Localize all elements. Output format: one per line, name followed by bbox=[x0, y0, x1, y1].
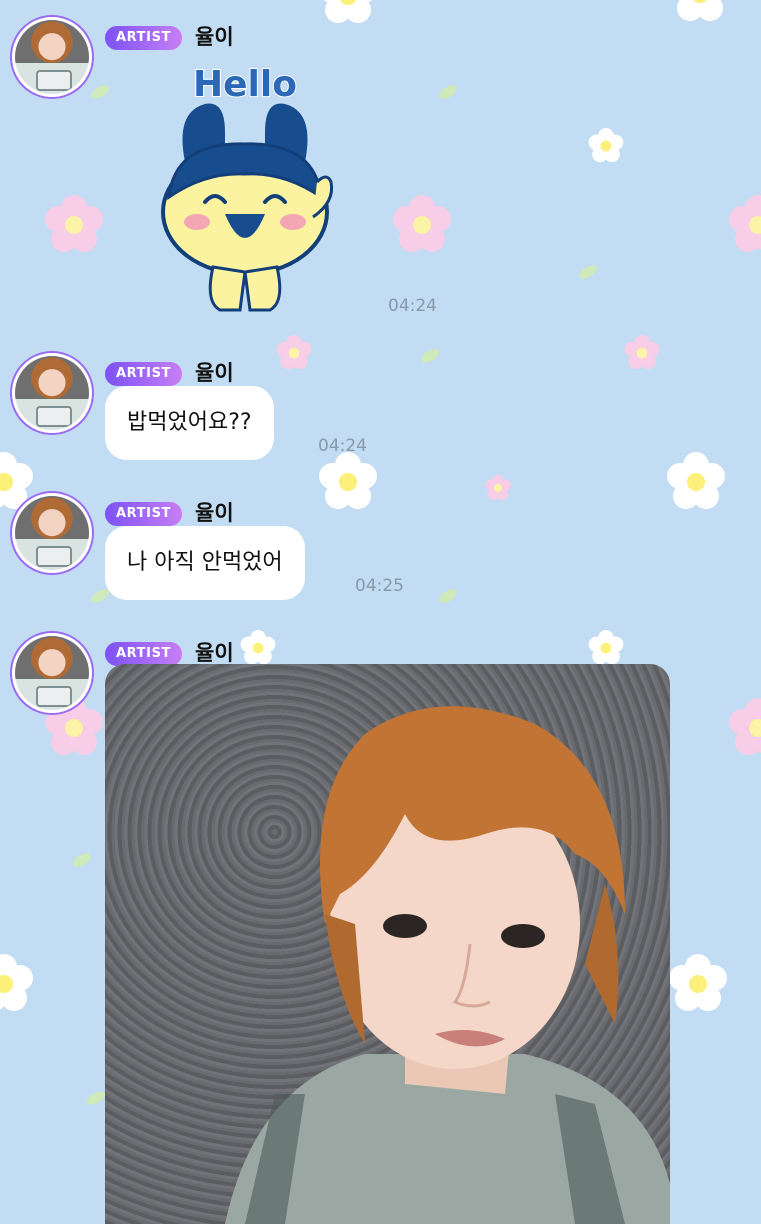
message-time: 04:24 bbox=[318, 436, 367, 456]
artist-badge: ARTIST bbox=[105, 362, 183, 386]
photo-content bbox=[225, 706, 670, 1224]
message-time: 04:25 bbox=[355, 576, 404, 596]
avatar[interactable] bbox=[10, 631, 94, 715]
avatar[interactable] bbox=[10, 15, 94, 99]
artist-badge: ARTIST bbox=[105, 642, 183, 666]
message-photo: ARTIST 율이 bbox=[10, 628, 750, 1224]
sticker-text: Hello bbox=[193, 64, 297, 105]
avatar[interactable] bbox=[10, 351, 94, 435]
selfie-photo[interactable] bbox=[105, 664, 670, 1224]
artist-badge: ARTIST bbox=[105, 26, 183, 50]
avatar[interactable] bbox=[10, 491, 94, 575]
hello-sticker[interactable]: Hello bbox=[145, 62, 345, 312]
sender-name: 율이 bbox=[195, 501, 234, 525]
message-text: ARTIST 율이 밥먹었어요?? 04:24 bbox=[10, 348, 750, 468]
message-sticker: ARTIST 율이 Hello 04:24 bbox=[10, 12, 750, 316]
message-bubble[interactable]: 밥먹었어요?? bbox=[105, 386, 274, 460]
sender-name: 율이 bbox=[195, 641, 234, 665]
message-time: 04:24 bbox=[388, 296, 437, 316]
message-bubble[interactable]: 나 아직 안먹었어 bbox=[105, 526, 305, 600]
artist-badge: ARTIST bbox=[105, 502, 183, 526]
sender-name: 율이 bbox=[195, 25, 234, 49]
message-text: ARTIST 율이 나 아직 안먹었어 04:25 bbox=[10, 488, 750, 608]
sender-name: 율이 bbox=[195, 361, 234, 385]
